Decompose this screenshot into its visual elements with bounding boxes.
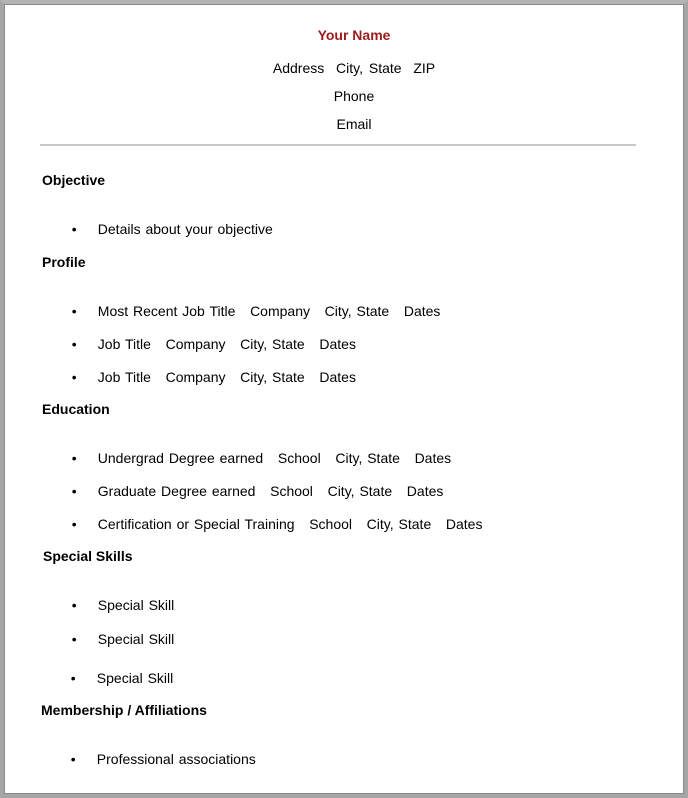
section-title-special-skills: Special Skills — [43, 548, 133, 564]
list-item: • Details about your objective — [64, 205, 273, 237]
list-item: • Graduate Degree earned School City, Sta… — [64, 467, 444, 499]
bullet-icon: • — [70, 751, 76, 767]
bullet-icon: • — [71, 597, 77, 613]
list-item: • Special Skill — [64, 581, 174, 613]
list-item: • Undergrad Degree earned School City, St… — [64, 434, 451, 466]
resume-address: Address City, State ZIP — [272, 60, 436, 76]
list-item-text: Undergrad Degree earned School City, Sta… — [97, 450, 452, 466]
bullet-icon: • — [70, 670, 76, 686]
resume-email: Email — [336, 116, 372, 132]
header-divider — [40, 144, 636, 146]
list-item-text: Professional associations — [96, 751, 256, 767]
list-item: • Certification or Special Training Schoo… — [64, 500, 483, 532]
list-item: • Job Title Company City, State Dates — [64, 353, 356, 385]
list-item-text: Special Skill — [97, 631, 175, 647]
list-item: • Special Skill — [64, 615, 174, 647]
bullet-icon: • — [71, 369, 77, 385]
bullet-icon: • — [71, 516, 77, 532]
list-item: • Job Title Company City, State Dates — [64, 320, 356, 352]
bullet-icon: • — [71, 336, 77, 352]
list-item-text: Job Title Company City, State Dates — [97, 336, 356, 352]
resume-name: Your Name — [317, 27, 391, 43]
section-title-objective: Objective — [42, 172, 106, 188]
list-item-text: Special Skill — [96, 670, 174, 686]
bullet-icon: • — [71, 483, 77, 499]
list-item-text: Details about your objective — [97, 221, 273, 237]
bullet-icon: • — [71, 450, 77, 466]
section-title-education: Education — [42, 401, 110, 417]
list-item: • Most Recent Job Title Company City, Sta… — [64, 287, 441, 319]
resume-phone: Phone — [333, 88, 375, 104]
bullet-icon: • — [71, 221, 77, 237]
section-title-profile: Profile — [42, 254, 86, 270]
bullet-icon: • — [71, 303, 77, 319]
list-item-text: Job Title Company City, State Dates — [97, 369, 356, 385]
section-title-membership: Membership / Affiliations — [41, 702, 207, 718]
list-item: • Professional associations — [63, 735, 256, 767]
bullet-icon: • — [71, 631, 77, 647]
list-item-text: Graduate Degree earned School City, Stat… — [97, 483, 444, 499]
list-item: • Special Skill — [63, 654, 173, 686]
list-item-text: Special Skill — [97, 597, 175, 613]
list-item-text: Most Recent Job Title Company City, Stat… — [97, 303, 441, 319]
list-item-text: Certification or Special Training School… — [97, 516, 483, 532]
